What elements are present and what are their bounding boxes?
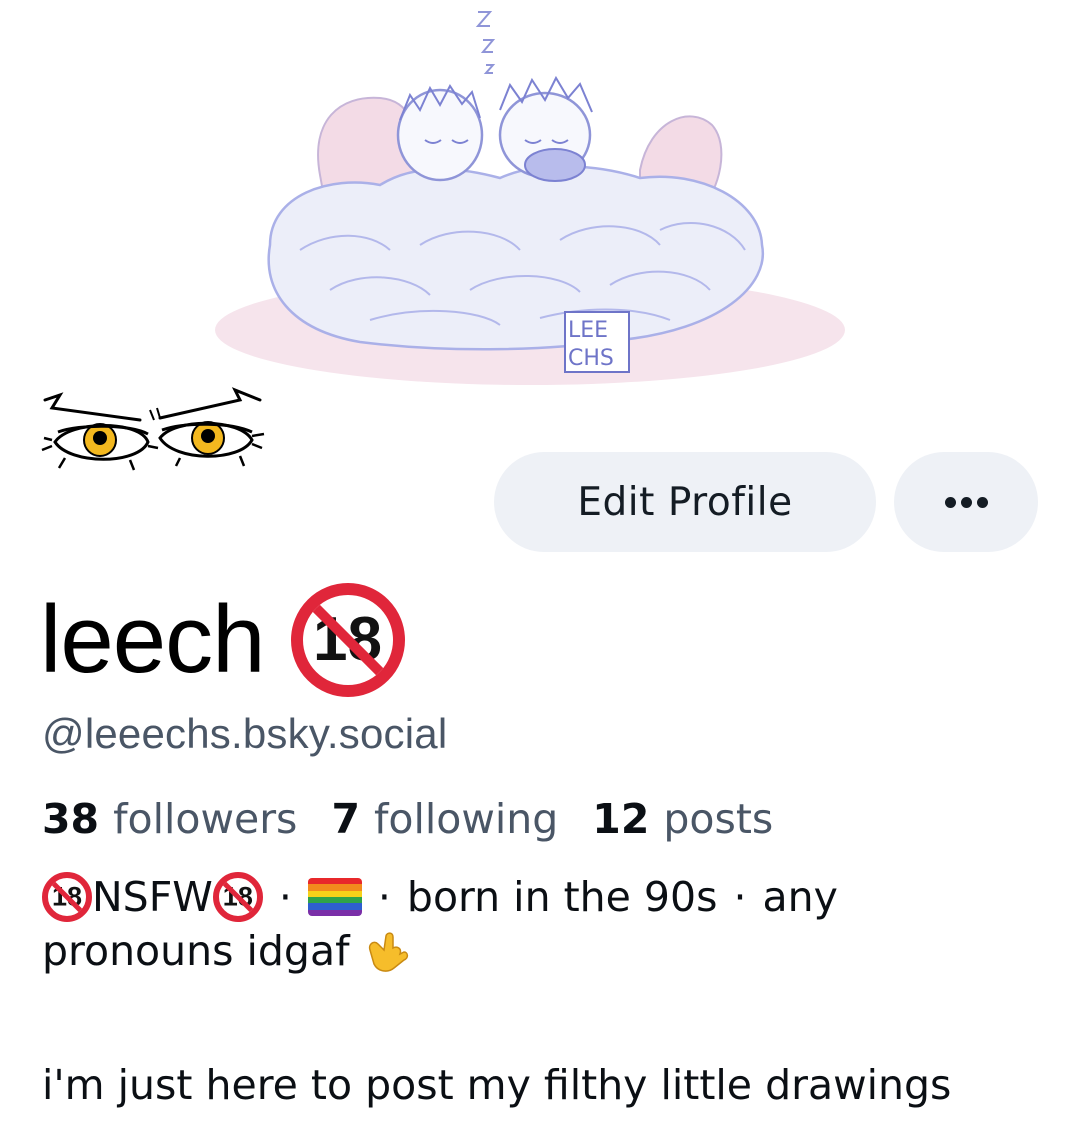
angry-eyes-icon: [41, 387, 265, 471]
rainbow-flag-icon: [307, 878, 362, 916]
name-row: leech 18: [40, 583, 405, 697]
profile-handle: @leeechs.bsky.social: [42, 710, 448, 757]
signature-line1: LEE: [568, 318, 608, 343]
no-under-18-icon: 18: [42, 872, 92, 922]
avatar[interactable]: [30, 380, 280, 490]
edit-profile-button[interactable]: Edit Profile: [494, 452, 876, 552]
call-me-hand-icon: [368, 932, 408, 972]
bio-tagline: i'm just here to post my filthy little d…: [42, 1061, 952, 1109]
badge-number: 18: [313, 605, 382, 674]
ellipsis-icon: [944, 496, 988, 508]
bio-born: born in the 90s: [406, 873, 718, 921]
bio-badge-number: 18: [51, 881, 83, 912]
bio-separator: ·: [278, 873, 292, 921]
bio-line-2: pronouns idgaf: [42, 924, 1042, 978]
profile-stats: 38 followers 7 following 12 posts: [42, 795, 807, 843]
bio-line-1: 18 NSFW 18 · · born in the 90s · any: [42, 870, 1042, 924]
bio-badge-number: 18: [222, 881, 253, 912]
profile-bio: 18 NSFW 18 · · born in the 90s · any pro…: [42, 870, 1042, 1112]
more-options-button[interactable]: [894, 452, 1038, 552]
following-stat[interactable]: 7 following: [331, 795, 558, 843]
bio-separator: ·: [377, 873, 391, 921]
bio-nsfw: NSFW: [92, 873, 213, 921]
signature-line2: CHS: [568, 346, 614, 371]
bio-pronouns: pronouns idgaf: [42, 927, 350, 975]
profile-banner[interactable]: LEE CHS: [0, 0, 1080, 420]
followers-count: 38: [42, 795, 100, 843]
no-under-18-icon: 18: [212, 872, 263, 922]
followers-stat[interactable]: 38 followers: [42, 795, 297, 843]
edit-profile-label: Edit Profile: [577, 479, 793, 525]
bio-any: any: [762, 873, 838, 921]
posts-count: 12: [592, 795, 650, 843]
following-label: following: [373, 795, 559, 843]
no-under-18-icon: 18: [290, 583, 405, 697]
posts-label: posts: [663, 795, 774, 843]
banner-illustration: LEE CHS: [215, 11, 845, 385]
display-name: leech: [40, 586, 265, 693]
followers-label: followers: [113, 795, 298, 843]
following-count: 7: [331, 795, 360, 843]
bio-separator: ·: [733, 873, 747, 921]
posts-stat: 12 posts: [592, 795, 773, 843]
